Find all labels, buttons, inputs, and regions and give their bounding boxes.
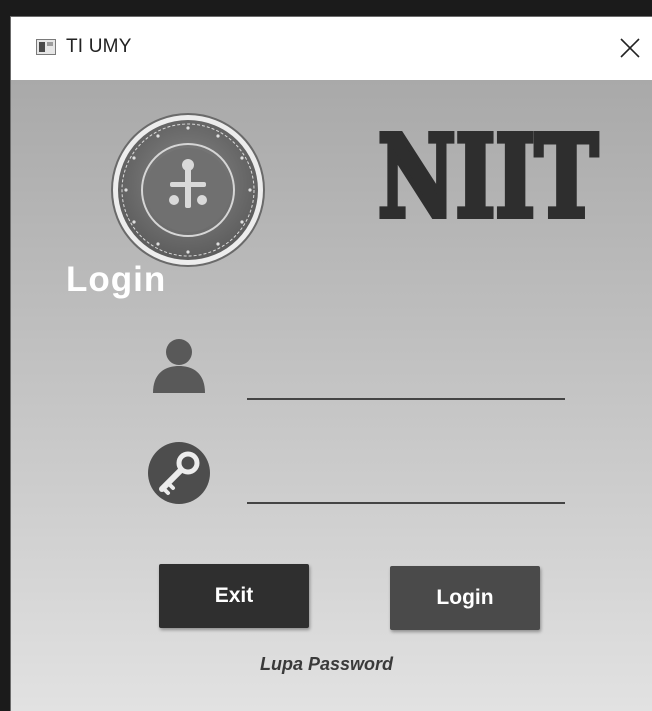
forgot-password-link[interactable]: Lupa Password — [260, 654, 393, 675]
key-icon — [148, 442, 210, 504]
close-icon — [620, 38, 640, 58]
niit-logo: NIIT — [375, 116, 601, 236]
university-seal-icon — [111, 113, 265, 267]
svg-text:NIIT: NIIT — [378, 116, 598, 236]
window-title: TI UMY — [66, 36, 132, 57]
close-button[interactable] — [615, 33, 645, 63]
login-button[interactable]: Login — [390, 566, 540, 630]
password-field[interactable] — [247, 468, 565, 504]
username-field[interactable] — [247, 364, 565, 400]
exit-button[interactable]: Exit — [159, 564, 309, 628]
login-panel: NIIT Login Exit Login Lupa Password — [11, 80, 652, 711]
user-icon — [153, 339, 205, 393]
app-window-icon — [36, 39, 56, 55]
login-heading: Login — [66, 260, 167, 299]
login-window: TI UMY NIIT Login Exit Login Lupa Passwo… — [10, 16, 652, 711]
title-bar[interactable]: TI UMY — [11, 17, 652, 80]
